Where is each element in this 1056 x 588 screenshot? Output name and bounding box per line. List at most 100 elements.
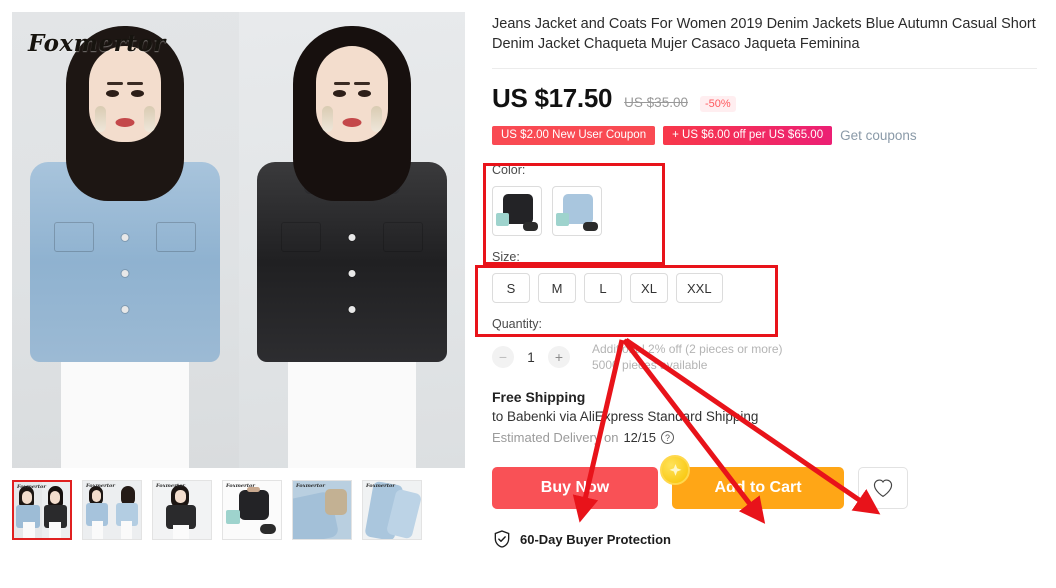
brand-watermark: Foxmertor <box>226 483 255 489</box>
size-option-xl[interactable]: XL <box>630 273 668 303</box>
jacket-button <box>121 306 129 313</box>
thumbnail-3[interactable]: Foxmertor <box>152 480 212 540</box>
brand-watermark: Foxmertor <box>86 483 115 489</box>
quantity-stepper: − 1 + Additional 2% off (2 pieces or mor… <box>492 341 1044 373</box>
model-eye <box>106 90 120 97</box>
stock-note: 5000 pieces available <box>592 358 708 372</box>
model-brow <box>127 82 144 85</box>
model-lips <box>115 118 135 127</box>
thumbnail-6[interactable]: Foxmertor <box>362 480 422 540</box>
model-brow <box>333 82 350 85</box>
thumb-figure <box>83 481 141 539</box>
color-swatch-blue[interactable] <box>552 186 602 236</box>
jacket-pocket-right <box>156 222 197 252</box>
current-price: US $17.50 <box>492 83 613 113</box>
thumb-figure <box>153 481 211 539</box>
swatch-bag <box>496 213 509 226</box>
coupon-row: US $2.00 New User Coupon + US $6.00 off … <box>492 126 1044 145</box>
model-lips <box>342 118 362 127</box>
get-coupons-link[interactable]: Get coupons <box>840 128 917 143</box>
price-block: US $17.50 US $35.00 -50% <box>492 83 1044 114</box>
size-section: Size: S M L XL XXL <box>492 250 1044 303</box>
jacket-pocket-left <box>54 222 95 252</box>
model-earring <box>321 106 333 132</box>
brand-watermark: Foxmertor <box>17 484 46 490</box>
quantity-decrease-button[interactable]: − <box>492 346 514 368</box>
thumbnail-1[interactable]: Foxmertor <box>12 480 72 540</box>
jacket-pocket-left <box>280 222 321 252</box>
brand-watermark: Foxmertor <box>28 30 166 57</box>
brand-watermark: Foxmertor <box>296 483 325 489</box>
model-earring <box>144 106 156 132</box>
hero-model-black <box>238 12 465 468</box>
thumb-figure <box>293 481 351 539</box>
swatch-shoes <box>583 222 598 231</box>
coupon-threshold[interactable]: + US $6.00 off per US $65.00 <box>663 126 833 145</box>
jacket-pocket-right <box>382 222 423 252</box>
product-gallery: Foxmertor Foxmertor Foxmertor Foxmertor … <box>12 12 465 540</box>
coin-sparkle-icon <box>660 455 690 485</box>
color-section: Color: <box>492 163 1044 236</box>
jacket-button <box>121 234 129 241</box>
quantity-label: Quantity: <box>492 317 543 331</box>
color-swatch-black[interactable] <box>492 186 542 236</box>
thumb-figure <box>363 481 421 539</box>
jacket-button <box>121 270 129 277</box>
delivery-estimate-date: 12/15 <box>623 430 656 445</box>
help-icon[interactable]: ? <box>661 431 674 444</box>
thumbnail-strip: Foxmertor Foxmertor Foxmertor Foxmertor … <box>12 480 465 540</box>
coupon-new-user[interactable]: US $2.00 New User Coupon <box>492 126 656 145</box>
model-brow <box>107 82 124 85</box>
model-earring <box>95 106 107 132</box>
quantity-value[interactable]: 1 <box>524 350 538 365</box>
product-page: Foxmertor Foxmertor Foxmertor Foxmertor … <box>0 0 1056 588</box>
size-option-m[interactable]: M <box>538 273 576 303</box>
model-brow <box>353 82 370 85</box>
color-swatches <box>492 186 1044 236</box>
quantity-increase-button[interactable]: + <box>548 346 570 368</box>
product-title: Jeans Jacket and Coats For Women 2019 De… <box>492 16 1036 52</box>
shipping-title: Free Shipping <box>492 389 586 405</box>
size-option-xxl[interactable]: XXL <box>676 273 723 303</box>
product-details: Jeans Jacket and Coats For Women 2019 De… <box>492 14 1044 549</box>
color-label: Color: <box>492 163 526 177</box>
brand-watermark: Foxmertor <box>156 483 185 489</box>
add-to-cart-button[interactable]: Add to Cart <box>672 467 844 509</box>
shipping-method[interactable]: to Babenki via AliExpress Standard Shipp… <box>492 409 1044 424</box>
thumbnail-5[interactable]: Foxmertor <box>292 480 352 540</box>
thumb-figure <box>14 482 70 538</box>
buyer-protection-label: 60-Day Buyer Protection <box>520 531 671 547</box>
swatch-bag <box>556 213 569 226</box>
quantity-notes: Additional 2% off (2 pieces or more) 500… <box>592 341 783 373</box>
brand-watermark: Foxmertor <box>366 483 395 489</box>
thumbnail-4[interactable]: Foxmertor <box>222 480 282 540</box>
model-eye <box>332 90 346 97</box>
jacket-button <box>348 270 356 277</box>
size-option-s[interactable]: S <box>492 273 530 303</box>
model-eye <box>357 90 371 97</box>
size-options: S M L XL XXL <box>492 273 1044 303</box>
heart-icon <box>873 479 893 498</box>
original-price: US $35.00 <box>624 95 688 110</box>
jacket-button <box>348 234 356 241</box>
discount-badge: -50% <box>699 96 736 112</box>
title-divider <box>492 68 1037 69</box>
model-face <box>315 46 388 142</box>
shield-check-icon <box>494 530 510 548</box>
buy-now-button[interactable]: Buy Now <box>492 467 658 509</box>
thumb-figure <box>223 481 281 539</box>
thumbnail-2[interactable]: Foxmertor <box>82 480 142 540</box>
delivery-estimate-prefix: Estimated Delivery on <box>492 430 619 445</box>
jacket-button <box>348 306 356 313</box>
size-option-l[interactable]: L <box>584 273 622 303</box>
main-product-image[interactable]: Foxmertor <box>12 12 465 468</box>
model-eye <box>131 90 145 97</box>
swatch-shoes <box>523 222 538 231</box>
wishlist-button[interactable] <box>858 467 908 509</box>
bulk-discount-note: Additional 2% off (2 pieces or more) <box>592 342 783 356</box>
hero-model-denim <box>12 12 239 468</box>
shipping-section: Free Shipping to Babenki via AliExpress … <box>492 389 1044 445</box>
model-earring <box>370 106 382 132</box>
buyer-protection: 60-Day Buyer Protection <box>492 529 1044 549</box>
add-to-cart-wrapper: Add to Cart <box>660 455 844 509</box>
